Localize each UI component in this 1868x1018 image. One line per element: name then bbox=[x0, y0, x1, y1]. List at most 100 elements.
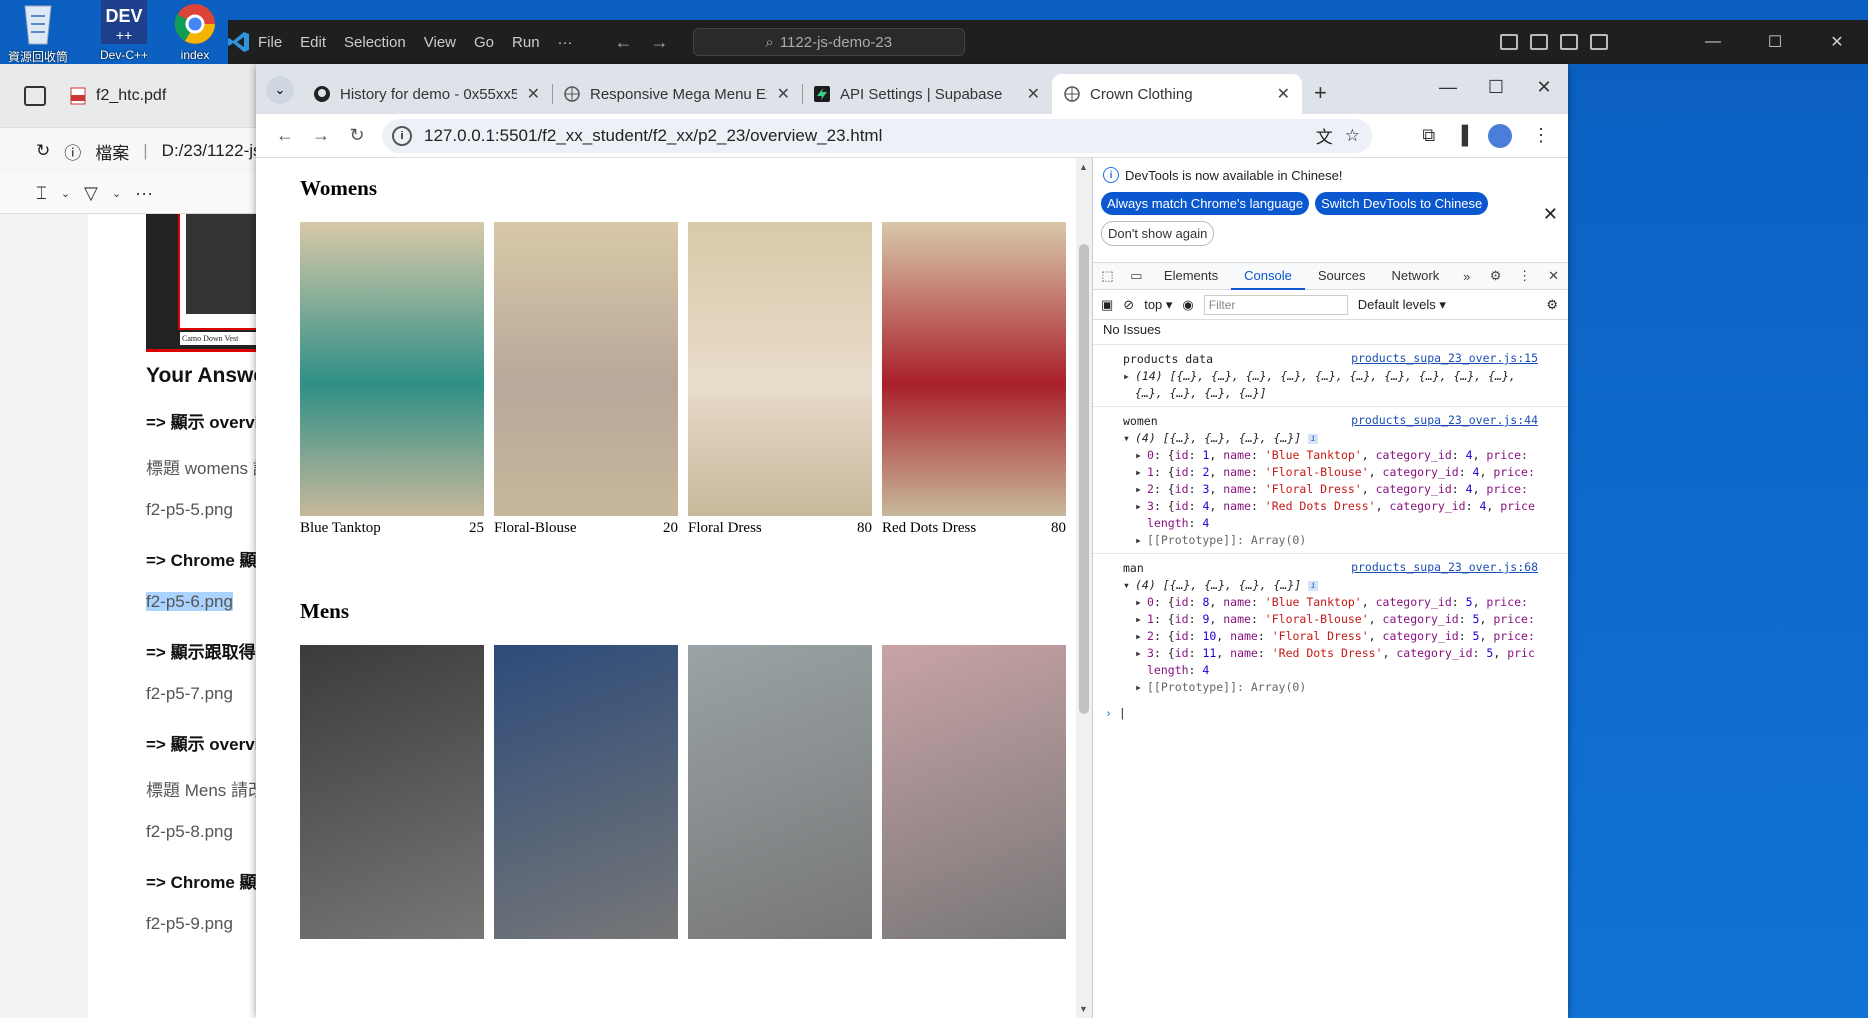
tab-console[interactable]: Console bbox=[1231, 262, 1305, 290]
minimize-icon[interactable]: — bbox=[1682, 20, 1744, 64]
customize-layout-icon[interactable] bbox=[1590, 34, 1608, 50]
scroll-up-icon[interactable]: ▲ bbox=[1079, 162, 1088, 172]
device-toolbar-icon[interactable]: ▭ bbox=[1122, 268, 1151, 284]
mens-product-card[interactable] bbox=[300, 645, 484, 939]
back-arrow-icon[interactable]: ← bbox=[274, 125, 296, 146]
desktop-icon-devcpp[interactable]: DEV ++ Dev-C++ bbox=[92, 0, 156, 62]
array-entry-row[interactable]: ▸ 3: {id: 11, name: 'Red Dots Dress', cat… bbox=[1123, 645, 1560, 662]
page-scrollbar[interactable]: ▲ ▼ bbox=[1076, 158, 1092, 1018]
tab-github-history[interactable]: History for demo - 0x55xx5/1 ✕ bbox=[302, 74, 552, 114]
mens-product-card[interactable] bbox=[494, 645, 678, 939]
draw-icon[interactable]: ▽ bbox=[84, 183, 98, 204]
minimize-icon[interactable]: — bbox=[1424, 64, 1472, 110]
expand-triangle-icon[interactable]: ▸ bbox=[1123, 368, 1135, 385]
expand-triangle-icon[interactable]: ▸ bbox=[1135, 464, 1147, 481]
forward-arrow-icon[interactable]: → bbox=[310, 125, 332, 146]
menu-more[interactable]: ··· bbox=[558, 34, 573, 51]
menu-run[interactable]: Run bbox=[512, 34, 540, 51]
log-levels-dropdown[interactable]: Default levels ▾ bbox=[1358, 297, 1446, 313]
toggle-sidebar-icon[interactable] bbox=[1500, 34, 1518, 50]
collapse-triangle-icon[interactable]: ▾ bbox=[1123, 430, 1135, 447]
more-options-icon[interactable]: ⋮ bbox=[1510, 268, 1539, 284]
close-tab-icon[interactable]: ✕ bbox=[1027, 84, 1040, 104]
womens-product-card[interactable]: Floral Dress 80 bbox=[688, 222, 872, 537]
expand-triangle-icon[interactable]: ▸ bbox=[1135, 594, 1147, 611]
close-tab-icon[interactable]: ✕ bbox=[1277, 84, 1290, 104]
prototype-row[interactable]: ▸ [[Prototype]]: Array(0) bbox=[1123, 679, 1560, 696]
close-devtools-icon[interactable]: ✕ bbox=[1539, 268, 1568, 284]
array-entry-row[interactable]: ▸ 1: {id: 2, name: 'Floral-Blouse', categ… bbox=[1123, 464, 1560, 481]
forward-arrow-icon[interactable]: → bbox=[651, 32, 669, 53]
close-icon[interactable]: ✕ bbox=[1520, 64, 1568, 110]
context-selector[interactable]: top ▾ bbox=[1144, 297, 1172, 313]
toggle-panel-icon[interactable] bbox=[1530, 34, 1548, 50]
chevron-down-icon[interactable]: ⌄ bbox=[61, 187, 70, 200]
filter-input[interactable]: Filter bbox=[1203, 294, 1348, 315]
expand-triangle-icon[interactable]: ▸ bbox=[1135, 481, 1147, 498]
highlight-icon[interactable]: ⌶ bbox=[36, 183, 47, 204]
command-center[interactable]: ⌕ 1122-js-demo-23 bbox=[692, 28, 965, 56]
maximize-icon[interactable]: ☐ bbox=[1472, 64, 1520, 110]
back-arrow-icon[interactable]: ← bbox=[615, 32, 633, 53]
reload-icon[interactable]: ↻ bbox=[346, 125, 368, 146]
desktop-icon-recycle-bin[interactable]: 資源回收筒 bbox=[6, 0, 70, 64]
menu-file[interactable]: File bbox=[258, 34, 282, 51]
bookmark-star-icon[interactable]: ☆ bbox=[1345, 126, 1360, 146]
array-entry-row[interactable]: ▸ 2: {id: 3, name: 'Floral Dress', catego… bbox=[1123, 481, 1560, 498]
array-summary[interactable]: ▾ (4) [{…}, {…}, {…}, {…}] i bbox=[1123, 577, 1560, 594]
close-banner-icon[interactable]: ✕ bbox=[1543, 204, 1558, 225]
profile-avatar[interactable] bbox=[1488, 123, 1512, 148]
close-tab-icon[interactable]: ✕ bbox=[777, 84, 790, 104]
sidebar-toggle-icon[interactable]: ▣ bbox=[1101, 297, 1113, 313]
pdf-tab[interactable]: f2_htc.pdf bbox=[70, 87, 166, 105]
maximize-icon[interactable]: ☐ bbox=[1744, 20, 1806, 64]
tab-network[interactable]: Network bbox=[1379, 262, 1453, 290]
switch-chinese-button[interactable]: Switch DevTools to Chinese bbox=[1315, 192, 1489, 215]
mens-product-card[interactable] bbox=[882, 645, 1066, 939]
menu-view[interactable]: View bbox=[424, 34, 456, 51]
settings-gear-icon[interactable]: ⚙ bbox=[1481, 268, 1510, 284]
array-entry-row[interactable]: ▸ 3: {id: 4, name: 'Red Dots Dress', cate… bbox=[1123, 498, 1560, 515]
expand-triangle-icon[interactable]: ▸ bbox=[1135, 532, 1147, 549]
tab-actions-icon[interactable] bbox=[24, 85, 46, 106]
address-bar[interactable]: i 127.0.0.1:5501/f2_xx_student/f2_xx/p2_… bbox=[382, 118, 1372, 153]
source-link[interactable]: products_supa_23_over.js:68 bbox=[1351, 560, 1538, 574]
scroll-down-icon[interactable]: ▼ bbox=[1079, 1004, 1088, 1014]
extensions-icon[interactable]: ⧉ bbox=[1422, 125, 1435, 146]
console-prompt[interactable]: › | bbox=[1093, 706, 1568, 720]
inspect-element-icon[interactable]: ⬚ bbox=[1093, 268, 1122, 284]
site-info-icon[interactable]: i bbox=[392, 125, 412, 146]
womens-product-card[interactable]: Floral-Blouse 20 bbox=[494, 222, 678, 537]
tab-supabase[interactable]: API Settings | Supabase ✕ bbox=[802, 74, 1052, 114]
menu-edit[interactable]: Edit bbox=[300, 34, 326, 51]
prototype-row[interactable]: ▸ [[Prototype]]: Array(0) bbox=[1123, 532, 1560, 549]
collapse-triangle-icon[interactable]: ▾ bbox=[1123, 577, 1135, 594]
array-entry-row[interactable]: ▸ 0: {id: 8, name: 'Blue Tanktop', catego… bbox=[1123, 594, 1560, 611]
close-icon[interactable]: ✕ bbox=[1806, 20, 1868, 64]
expand-triangle-icon[interactable]: ▸ bbox=[1135, 498, 1147, 515]
close-tab-icon[interactable]: ✕ bbox=[527, 84, 540, 104]
array-summary[interactable]: ▾ (4) [{…}, {…}, {…}, {…}] i bbox=[1123, 430, 1560, 447]
expand-triangle-icon[interactable]: ▸ bbox=[1135, 628, 1147, 645]
tab-crown-clothing[interactable]: Crown Clothing ✕ bbox=[1052, 74, 1302, 114]
tab-mega-menu[interactable]: Responsive Mega Menu Exam ✕ bbox=[552, 74, 802, 114]
translate-icon[interactable]: 文 bbox=[1316, 123, 1333, 148]
menu-selection[interactable]: Selection bbox=[344, 34, 406, 51]
source-link[interactable]: products_supa_23_over.js:44 bbox=[1351, 413, 1538, 427]
tab-elements[interactable]: Elements bbox=[1151, 262, 1231, 290]
array-entry-row[interactable]: ▸ 0: {id: 1, name: 'Blue Tanktop', catego… bbox=[1123, 447, 1560, 464]
toggle-secondary-sidebar-icon[interactable] bbox=[1560, 34, 1578, 50]
array-entry-row[interactable]: ▸ 1: {id: 9, name: 'Floral-Blouse', categ… bbox=[1123, 611, 1560, 628]
scrollbar-thumb[interactable] bbox=[1079, 244, 1089, 714]
expand-triangle-icon[interactable]: ▸ bbox=[1135, 645, 1147, 662]
more-menu-icon[interactable]: ⋮ bbox=[1532, 125, 1550, 146]
expand-triangle-icon[interactable]: ▸ bbox=[1135, 447, 1147, 464]
side-panel-icon[interactable]: ▐ bbox=[1455, 125, 1468, 146]
tab-sources[interactable]: Sources bbox=[1305, 262, 1379, 290]
chevron-down-icon[interactable]: ⌄ bbox=[112, 187, 121, 200]
console-settings-icon[interactable]: ⚙ bbox=[1546, 297, 1558, 313]
desktop-icon-index[interactable]: index bbox=[170, 0, 220, 62]
match-language-button[interactable]: Always match Chrome's language bbox=[1101, 192, 1310, 215]
womens-product-card[interactable]: Red Dots Dress 80 bbox=[882, 222, 1066, 537]
tab-search-chevron-icon[interactable]: ⌄ bbox=[266, 76, 294, 104]
